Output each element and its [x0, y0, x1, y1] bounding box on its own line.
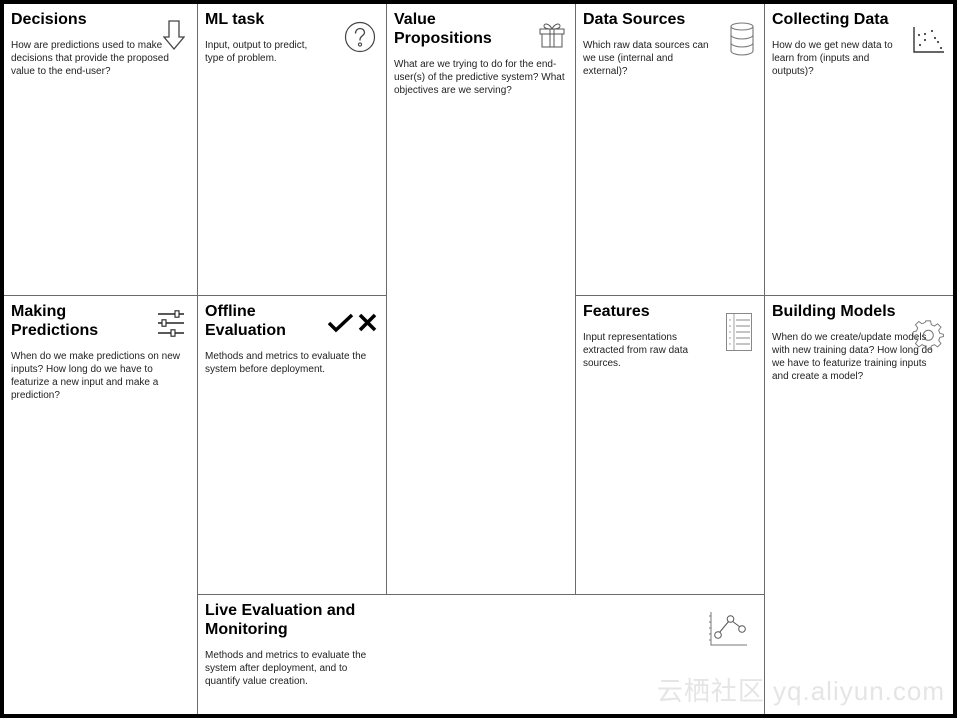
section-description: Input representations extracted from raw…: [583, 332, 689, 369]
gift-icon: [539, 21, 565, 49]
section-title: ML task: [205, 11, 265, 28]
scatter-plot-icon: [913, 26, 945, 54]
section-live-evaluation: Live Evaluation and Monitoring Methods a…: [198, 595, 765, 714]
section-description: Methods and metrics to evaluate the syst…: [205, 351, 367, 375]
gear-icon: [913, 320, 945, 352]
section-ml-task: ML task Input, output to predict, type o…: [198, 4, 387, 296]
section-decisions: Decisions How are predictions used to ma…: [4, 4, 198, 296]
check-cross-icon: [328, 313, 378, 333]
section-offline-evaluation: Offline Evaluation Methods and metrics t…: [198, 296, 387, 595]
section-title: Making Predictions: [11, 303, 99, 339]
section-building-models: Building Models When do we create/update…: [765, 296, 953, 714]
section-description: Which raw data sources can we use (inter…: [583, 40, 709, 77]
section-features: Features Input representations extracted…: [576, 296, 765, 595]
section-description: What are we trying to do for the end-use…: [394, 59, 565, 96]
section-description: How are predictions used to make decisio…: [11, 40, 169, 77]
section-title: Building Models: [772, 303, 896, 320]
section-description: How do we get new data to learn from (in…: [772, 40, 893, 77]
line-chart-icon: [708, 611, 748, 647]
ml-canvas: Decisions How are predictions used to ma…: [0, 0, 957, 718]
database-icon: [730, 22, 754, 56]
sliders-icon: [157, 310, 185, 338]
section-title: Live Evaluation and Monitoring: [205, 602, 356, 638]
section-title: Value Propositions: [394, 11, 492, 47]
section-value-propositions: Value Propositions What are we trying to…: [387, 4, 576, 595]
section-description: Methods and metrics to evaluate the syst…: [205, 650, 367, 687]
list-icon: [726, 313, 752, 351]
arrow-down-icon: [163, 20, 185, 50]
section-collecting-data: Collecting Data How do we get new data t…: [765, 4, 953, 296]
section-title: Data Sources: [583, 11, 686, 28]
section-title: Offline Evaluation: [205, 303, 286, 339]
section-data-sources: Data Sources Which raw data sources can …: [576, 4, 765, 296]
section-description: Input, output to predict, type of proble…: [205, 40, 308, 64]
section-title: Features: [583, 303, 650, 320]
section-title: Decisions: [11, 11, 87, 28]
section-description: When do we make predictions on new input…: [11, 351, 180, 401]
question-circle-icon: [344, 21, 376, 53]
section-making-predictions: Making Predictions When do we make predi…: [4, 296, 198, 714]
